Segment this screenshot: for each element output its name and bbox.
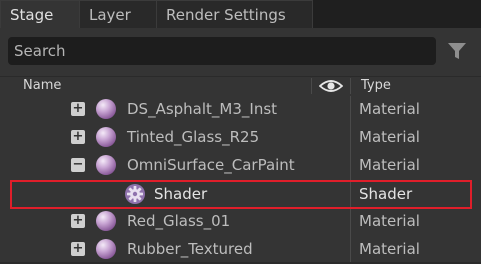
collapse-icon[interactable]: − — [71, 158, 85, 172]
filter-icon[interactable] — [446, 40, 468, 62]
expand-icon[interactable]: + — [71, 130, 85, 144]
prim-type: Material — [359, 128, 420, 146]
tab-stage[interactable]: Stage — [0, 0, 80, 28]
tree-row[interactable]: − OmniSurface_CarPaint Material — [0, 151, 481, 179]
column-name-header[interactable]: Name — [23, 76, 61, 96]
expand-icon[interactable]: + — [71, 102, 85, 116]
tab-render-settings[interactable]: Render Settings — [156, 0, 313, 28]
expand-icon[interactable]: + — [71, 242, 85, 256]
search-input[interactable]: Search — [8, 37, 436, 65]
expand-icon[interactable]: + — [71, 214, 85, 228]
prim-name: Tinted_Glass_R25 — [127, 128, 260, 146]
tree-row[interactable]: + Tinted_Glass_R25 Material — [0, 123, 481, 151]
prim-type: Material — [359, 156, 420, 174]
column-divider[interactable] — [311, 78, 312, 94]
prim-name: Rubber_Textured — [127, 240, 253, 258]
tree-row[interactable]: + Red_Glass_01 Material — [0, 207, 481, 235]
column-divider[interactable] — [350, 78, 351, 94]
prim-name: Red_Glass_01 — [127, 212, 231, 230]
material-sphere-icon — [96, 155, 116, 175]
prim-type: Material — [359, 212, 420, 230]
eye-icon[interactable] — [319, 78, 343, 94]
tab-layer[interactable]: Layer — [79, 0, 157, 28]
prim-type: Material — [359, 240, 420, 258]
prim-type: Material — [359, 100, 420, 118]
highlight-box — [10, 180, 472, 209]
material-sphere-icon — [96, 211, 116, 231]
tree-row[interactable]: + Rubber_Textured Material — [0, 235, 481, 263]
material-sphere-icon — [96, 239, 116, 259]
prim-name: OmniSurface_CarPaint — [127, 156, 295, 174]
material-sphere-icon — [96, 99, 116, 119]
column-header — [0, 76, 481, 97]
material-sphere-icon — [96, 127, 116, 147]
column-type-header[interactable]: Type — [361, 76, 391, 96]
tree-row[interactable]: + DS_Asphalt_M3_Inst Material — [0, 95, 481, 123]
prim-name: DS_Asphalt_M3_Inst — [127, 100, 278, 118]
